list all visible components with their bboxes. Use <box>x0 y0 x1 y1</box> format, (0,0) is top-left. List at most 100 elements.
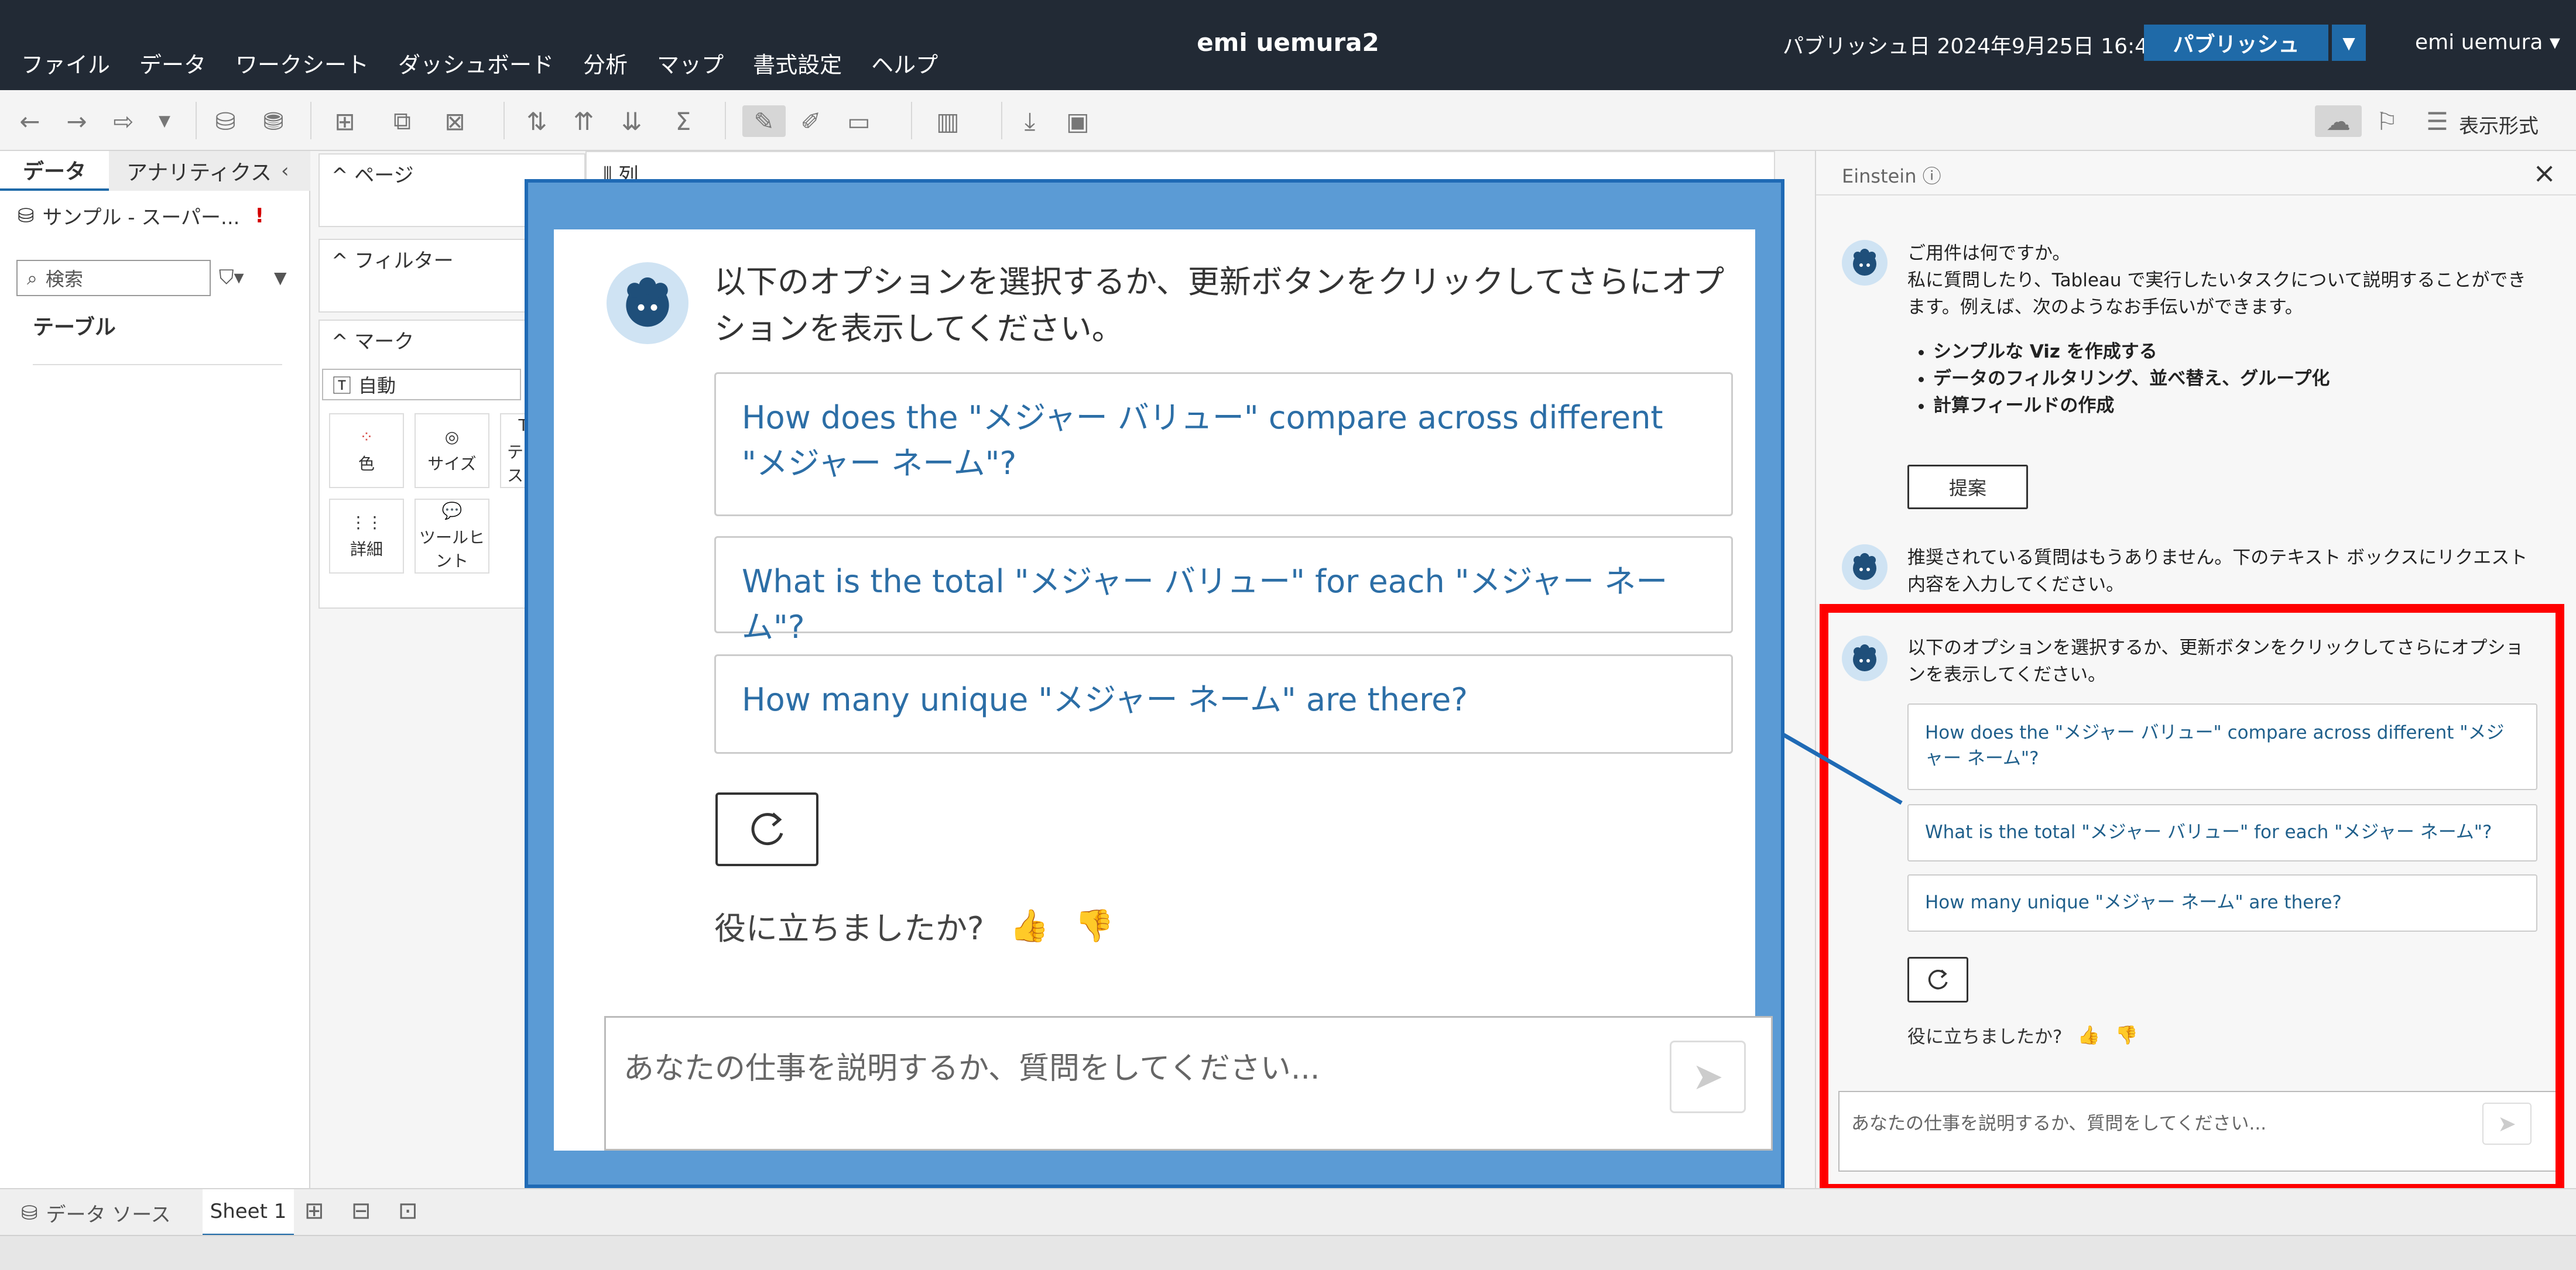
database-icon: ⛁ <box>18 204 35 228</box>
text-type-icon: 🅃 <box>333 375 352 397</box>
mark-detail-label: 詳細 <box>350 539 383 559</box>
info-icon[interactable]: ⓘ <box>1923 165 1941 187</box>
zoom-refresh-button[interactable] <box>715 792 818 866</box>
presentation-icon[interactable]: ▣ <box>1062 105 1094 137</box>
datasource-item[interactable]: ⛁ サンプル - スーパー... ! <box>18 201 264 230</box>
marks-type-value: 自動 <box>358 375 396 397</box>
capability-list: シンプルな Viz を作成する データのフィルタリング、並べ替え、グループ化 計… <box>1907 338 2540 419</box>
tab-analytics[interactable]: アナリティクス <box>109 151 310 191</box>
toolbar-separator <box>725 102 726 139</box>
mark-tooltip-button[interactable]: 💬 ツールヒント <box>415 499 489 574</box>
publish-dropdown-button[interactable]: ▼ <box>2332 25 2366 61</box>
clear-sheet-icon[interactable]: ⊠ <box>439 105 471 137</box>
download-icon[interactable]: ⤓ <box>1014 105 1046 137</box>
zoom-option-button-2[interactable]: What is the total "メジャー バリュー" for each "… <box>714 536 1733 646</box>
size-icon: ◎ <box>444 427 460 447</box>
sum-icon[interactable]: Σ <box>667 105 699 137</box>
suggest-button[interactable]: 提案 <box>1907 465 2028 509</box>
new-worksheet-icon[interactable]: ⊞ <box>329 105 361 137</box>
highlight-icon[interactable]: ✎ <box>742 105 786 137</box>
no-more-message: 推奨されている質問はもうありません。下のテキスト ボックスにリクエスト内容を入力… <box>1907 547 2528 595</box>
show-me-icon[interactable]: ☰ <box>2421 105 2453 137</box>
toolbar-separator <box>503 102 505 139</box>
marks-title: ^ マーク <box>331 325 414 354</box>
data-source-tab-label: データ ソース <box>46 1203 171 1227</box>
status-bar <box>0 1235 2576 1270</box>
einstein-icon[interactable]: ☁ <box>2315 105 2362 137</box>
collapse-pane-icon[interactable]: ‹ <box>281 159 289 183</box>
data-source-tab[interactable]: ⛁ データ ソース <box>21 1199 171 1227</box>
chevron-up-icon: ^ <box>331 330 355 353</box>
data-pane: データ アナリティクス ‹ ⛁ サンプル - スーパー... ! ⌕ 検索 ⛉▾… <box>0 151 310 1188</box>
search-placeholder: 検索 <box>45 268 83 290</box>
sort-ascending-icon[interactable]: ⇈ <box>568 105 600 137</box>
highlight-box <box>1820 604 2564 1193</box>
datasource-name: サンプル - スーパー... <box>42 206 240 229</box>
chevron-up-icon: ^ <box>331 249 355 273</box>
zoom-einstein-input[interactable]: あなたの仕事を説明するか、質問をしてください... <box>604 1016 1773 1151</box>
new-datasource-icon[interactable]: ⛁ <box>210 105 241 137</box>
tooltip-icon: 💬 <box>441 500 463 520</box>
marks-label: マーク <box>354 330 415 353</box>
zoom-helpful-feedback: 役に立ちましたか? 👍 👎 <box>714 902 1114 949</box>
zoom-option-button-3[interactable]: How many unique "メジャー ネーム" are there? <box>714 654 1733 754</box>
tab-data[interactable]: データ <box>0 151 109 191</box>
new-worksheet-icon[interactable]: ⊞ <box>304 1197 324 1224</box>
einstein-title: Einstein ⓘ <box>1842 162 1941 188</box>
capability-item: シンプルな Viz を作成する <box>1933 338 2540 365</box>
caret-down-icon: ▼ <box>2342 33 2355 53</box>
replay-dropdown-icon[interactable]: ▼ <box>149 105 180 137</box>
capability-item: 計算フィールドの作成 <box>1933 392 2540 419</box>
zoom-send-button[interactable]: ➤ <box>1670 1041 1746 1113</box>
fit-icon[interactable]: ▭ <box>843 105 875 137</box>
pause-update-icon[interactable]: ⛃ <box>258 105 289 137</box>
chart-icon[interactable]: ▥ <box>932 105 964 137</box>
sort-descending-icon[interactable]: ⇊ <box>616 105 648 137</box>
pages-label: ページ <box>354 164 414 187</box>
einstein-title-text: Einstein <box>1842 165 1917 187</box>
divider <box>33 364 282 365</box>
new-dashboard-icon[interactable]: ⊟ <box>351 1197 371 1224</box>
mark-color-label: 色 <box>358 454 375 473</box>
new-story-icon[interactable]: ⊡ <box>398 1197 418 1224</box>
user-menu[interactable]: emi uemura ▾ <box>2415 30 2560 54</box>
format-painter-icon[interactable]: ⚐ <box>2371 105 2403 137</box>
marks-type-select[interactable]: 🅃 自動 <box>322 369 521 400</box>
filters-label: フィルター <box>354 249 454 273</box>
send-icon: ➤ <box>1692 1055 1724 1099</box>
zoom-callout: 以下のオプションを選択するか、更新ボタンをクリックしてさらにオプションを表示して… <box>525 179 1784 1188</box>
thumbs-down-icon[interactable]: 👎 <box>1075 907 1114 945</box>
database-icon: ⛁ <box>21 1201 38 1225</box>
annotate-icon[interactable]: ✐ <box>795 105 827 137</box>
close-icon[interactable]: × <box>2533 157 2556 190</box>
einstein-greeting: ご用件は何ですか。 私に質問したり、Tableau で実行したいタスクについて説… <box>1907 240 2540 321</box>
einstein-icon <box>1853 249 1876 276</box>
toolbar-separator <box>196 102 197 139</box>
einstein-avatar <box>1842 240 1888 286</box>
search-input[interactable]: ⌕ 検索 <box>16 260 211 296</box>
capability-item: データのフィルタリング、並べ替え、グループ化 <box>1933 365 2540 392</box>
chevron-down-icon[interactable]: ▼ <box>274 268 287 287</box>
toolbar-separator <box>1001 102 1002 139</box>
swap-icon[interactable]: ⇅ <box>521 105 553 137</box>
filter-icon[interactable]: ⛉▾ <box>219 266 244 289</box>
publish-button[interactable]: パブリッシュ <box>2144 25 2328 61</box>
duplicate-sheet-icon[interactable]: ⧉ <box>386 105 418 137</box>
filters-title: ^ フィルター <box>331 245 454 273</box>
zoom-option-button-1[interactable]: How does the "メジャー バリュー" compare across … <box>714 372 1733 516</box>
greeting-title: ご用件は何ですか。 <box>1907 243 2071 264</box>
show-me-label[interactable]: 表示形式 <box>2459 110 2539 139</box>
redo-icon[interactable]: → <box>61 105 93 137</box>
mark-color-button[interactable]: ⁘ 色 <box>329 413 404 488</box>
zoom-options-intro: 以下のオプションを選択するか、更新ボタンをクリックしてさらにオプションを表示して… <box>714 263 1725 347</box>
einstein-avatar <box>1842 544 1888 590</box>
mark-size-button[interactable]: ◎ サイズ <box>415 413 489 488</box>
greeting-body: 私に質問したり、Tableau で実行したいタスクについて説明することができます… <box>1907 270 2526 318</box>
replay-icon[interactable]: ⇨ <box>108 105 139 137</box>
detail-icon: ⋮⋮ <box>350 512 383 532</box>
undo-icon[interactable]: ← <box>14 105 46 137</box>
thumbs-up-icon[interactable]: 👍 <box>1010 907 1049 945</box>
mark-detail-button[interactable]: ⋮⋮ 詳細 <box>329 499 404 574</box>
sheet-tab[interactable]: Sheet 1 <box>203 1189 294 1236</box>
toolbar: ← → ⇨ ▼ ⛁ ⛃ ⊞ ⧉ ⊠ ⇅ ⇈ ⇊ Σ ✎ ✐ ▭ ▥ ⤓ ▣ ☁ … <box>0 90 2576 151</box>
